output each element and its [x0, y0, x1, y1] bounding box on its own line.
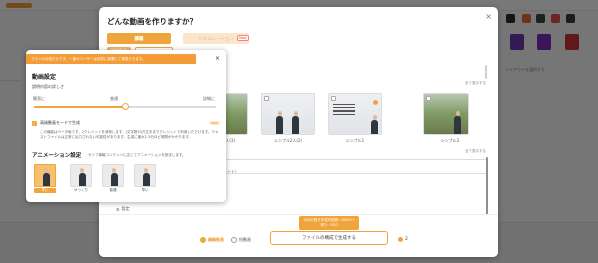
- animation-option[interactable]: 早い: [34, 164, 56, 194]
- slider-label-min: 簡潔に: [33, 96, 45, 101]
- panel-title: 動画設定: [32, 74, 57, 81]
- presenter-figure: [292, 111, 299, 134]
- scrollbar-thumb[interactable]: [486, 157, 488, 217]
- quota-badge: 今月の残り作成可能数: 20000+ 残り: 5/50: [299, 216, 359, 230]
- animation-option-label: 早い: [34, 188, 56, 193]
- dialog-title: どんな動画を作りますか？: [107, 17, 197, 26]
- divider: [226, 173, 486, 174]
- presenter-avatar: [373, 100, 378, 105]
- animation-option-label: 普通: [109, 188, 117, 192]
- radio-dot: [200, 237, 206, 243]
- template-card[interactable]: シンプル2人(2): [261, 93, 315, 149]
- section-header: 全て表示する: [226, 147, 486, 155]
- notice-banner: プランのお知らせです。一部のユーザーは品質に影響して推奨できます。: [26, 54, 196, 64]
- template-thumbnail: [423, 93, 469, 135]
- template-thumbnail: [261, 93, 315, 135]
- gear-icon: ⚙: [116, 206, 120, 212]
- credit-counter: 2: [398, 237, 408, 242]
- check-icon: ✓: [32, 120, 37, 126]
- animation-title: アニメーション設定: [32, 153, 82, 159]
- hq-mode-label: 高級動画モードで生成: [40, 120, 80, 125]
- video-settings-panel: プランのお知らせです。一部のユーザーは品質に影響して推奨できます。 × 動画設定…: [26, 50, 226, 202]
- slider-label-mid: 普通: [110, 96, 118, 101]
- presenter-figure: [110, 168, 118, 186]
- section-header: 全て表示する: [226, 79, 486, 87]
- setting-button[interactable]: ⚙ 設定: [116, 206, 130, 212]
- presenter-figure: [42, 168, 50, 186]
- animation-thumbnail: [34, 164, 56, 187]
- presenter-figure: [142, 168, 150, 186]
- radio-dot: [231, 237, 237, 243]
- template-name: シンプル3: [440, 138, 460, 143]
- template-name: シンプル2人(2): [273, 138, 303, 143]
- template-checkbox[interactable]: [426, 96, 431, 101]
- template-thumbnail: [328, 93, 382, 135]
- tab-lecture[interactable]: 講義: [107, 33, 171, 44]
- animation-thumbnail: [70, 164, 92, 187]
- hq-mode-checkbox[interactable]: ✓ 高級動画モードで生成: [32, 120, 80, 126]
- animation-option[interactable]: ゆっくり: [70, 164, 92, 194]
- close-icon[interactable]: ×: [215, 55, 220, 62]
- quota-line: 残り: 5/50: [320, 223, 338, 227]
- mode-lecture-radio[interactable]: 講義動画: [200, 237, 224, 243]
- animation-thumbnail: [102, 164, 124, 187]
- body-text: ート）: [227, 169, 239, 174]
- mode-label: 短動画: [239, 237, 251, 242]
- animation-option[interactable]: 普通: [102, 164, 124, 194]
- slider-label-max: 詳細に: [203, 96, 215, 101]
- animation-thumbnail: [134, 164, 156, 187]
- new-badge: New: [209, 121, 220, 125]
- slide-text-lines: [333, 104, 355, 117]
- generate-button[interactable]: ファイルの構成で生成する: [270, 231, 388, 245]
- setting-label: 設定: [121, 206, 130, 211]
- scrollbar-thumb[interactable]: [485, 65, 487, 79]
- template-card[interactable]: シンプル3: [423, 93, 477, 149]
- detail-slider-fill: [34, 106, 125, 108]
- animation-option-label: ゆっくり: [74, 188, 88, 192]
- detail-label: 説明内容の詳しさ: [32, 84, 64, 89]
- see-all-link[interactable]: 全て表示する: [465, 149, 486, 154]
- hq-mode-description: この機能はベータ版です。2クレジットを消費します。(文字数50万文字までクレジッ…: [40, 130, 219, 139]
- mode-label: 講義動画: [208, 237, 224, 242]
- divider: [226, 159, 486, 160]
- see-all-link[interactable]: 全て表示する: [465, 81, 486, 86]
- presenter-figure: [276, 111, 283, 134]
- new-badge: New: [237, 35, 249, 41]
- presenter-figure: [78, 168, 86, 186]
- animation-option[interactable]: 早い: [134, 164, 156, 194]
- template-card[interactable]: シンプル1: [328, 93, 382, 149]
- animation-subtitle: セリフ情報コンテンツに応じてアニメーションを設定します。: [88, 153, 186, 157]
- template-name: シンプル1: [345, 138, 365, 143]
- detail-slider-handle[interactable]: [121, 103, 129, 110]
- presenter-figure: [371, 115, 378, 134]
- template-checkbox[interactable]: [264, 96, 269, 101]
- template-checkbox[interactable]: [331, 96, 336, 101]
- mode-short-radio[interactable]: 短動画: [231, 237, 251, 243]
- animation-option-label: 早い: [141, 188, 149, 192]
- close-icon[interactable]: ×: [485, 12, 492, 21]
- credit-value: 2: [405, 237, 408, 242]
- credit-icon: [398, 237, 403, 242]
- presenter-figure: [454, 111, 461, 134]
